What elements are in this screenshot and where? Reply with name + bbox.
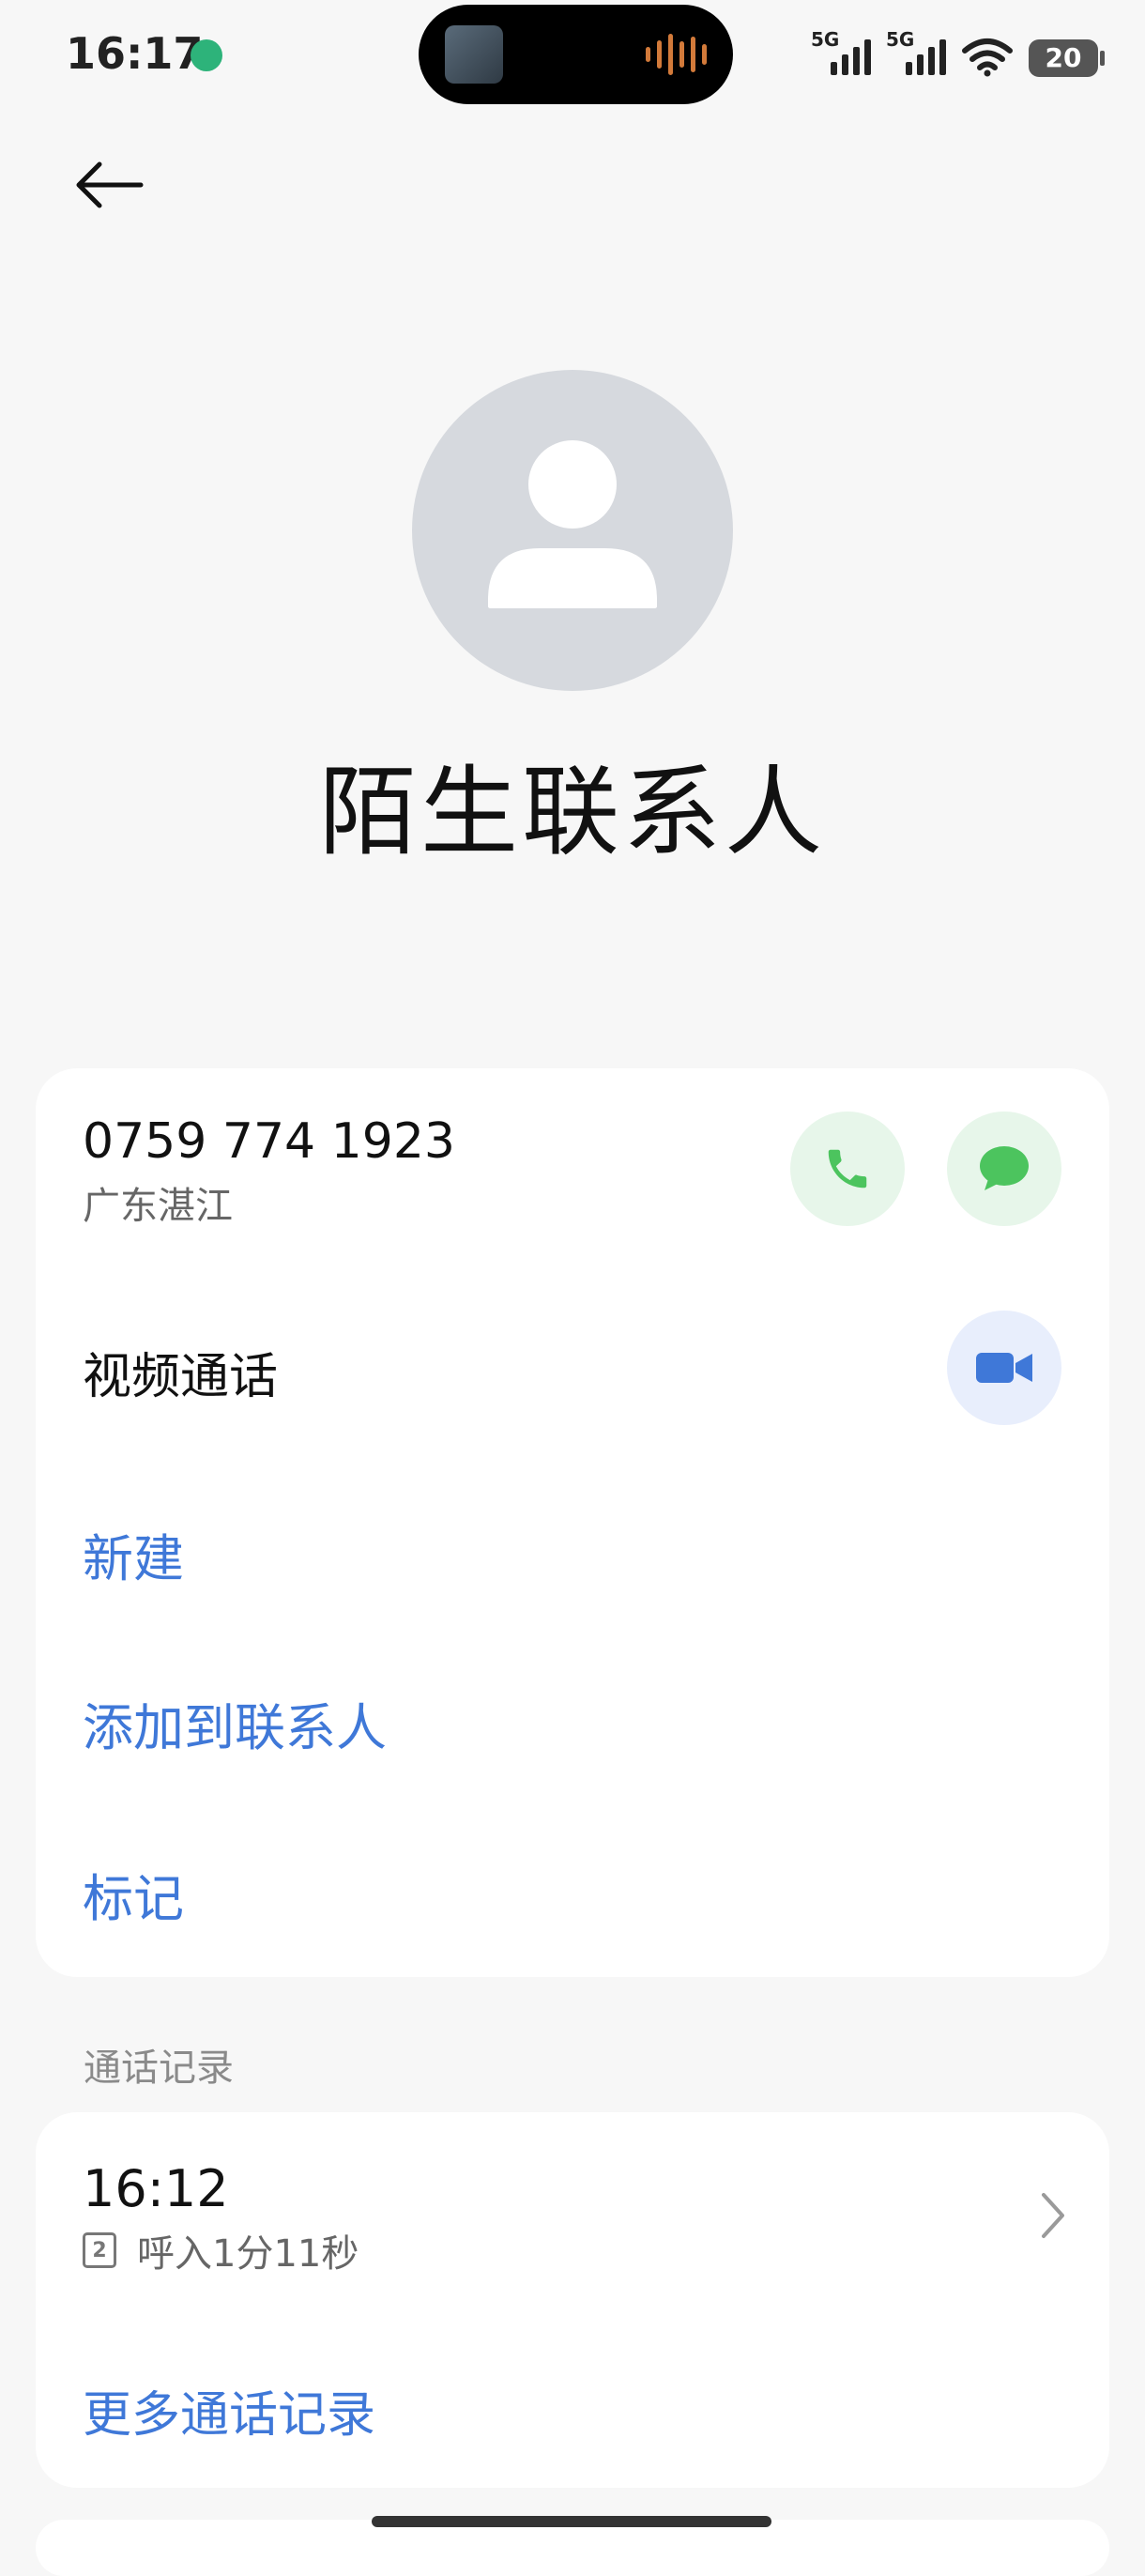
phone-location: 广东湛江	[83, 1185, 233, 1228]
message-icon	[980, 1146, 1029, 1190]
call-button[interactable]	[790, 1112, 905, 1226]
chevron-right-icon[interactable]	[1034, 2187, 1072, 2244]
back-button[interactable]	[73, 150, 158, 220]
call-log-card: 16:12 2 呼入1分11秒 更多通话记录	[36, 2112, 1109, 2488]
call-log-section-title: 通话记录	[84, 2047, 234, 2090]
call-time: 16:12	[83, 2159, 229, 2218]
call-detail: 2 呼入1分11秒	[83, 2223, 359, 2277]
status-time: 16:17	[66, 28, 204, 79]
contact-actions-card: 0759 774 1923 广东湛江 视频通话 新建 添加到联系人 标记	[36, 1068, 1109, 1977]
more-call-log-link[interactable]: 更多通话记录	[83, 2375, 375, 2446]
status-bar: 16:17 5G 5G 20	[0, 0, 1145, 113]
home-indicator[interactable]	[372, 2516, 771, 2527]
new-contact-link[interactable]: 新建	[83, 1517, 184, 1591]
notification-app-icon	[191, 39, 222, 71]
arrow-left-icon	[76, 161, 144, 208]
phone-icon	[828, 1149, 867, 1188]
dynamic-island[interactable]	[419, 5, 733, 104]
video-call-button[interactable]	[947, 1311, 1061, 1425]
signal-icon-2: 5G	[886, 28, 946, 77]
battery-indicator: 20	[1029, 39, 1105, 77]
video-camera-icon	[976, 1353, 1032, 1383]
signal-icon-1: 5G	[811, 28, 871, 77]
media-thumbnail	[445, 25, 503, 84]
contact-avatar	[412, 370, 733, 691]
audio-wave-icon	[646, 33, 707, 76]
sim-card-icon: 2	[83, 2232, 116, 2268]
status-icons: 5G 5G 20	[811, 26, 1105, 77]
mark-number-link[interactable]: 标记	[83, 1857, 184, 1931]
wifi-icon	[962, 38, 1013, 77]
phone-number[interactable]: 0759 774 1923	[83, 1113, 455, 1170]
add-to-contacts-link[interactable]: 添加到联系人	[83, 1686, 387, 1760]
video-call-label: 视频通话	[83, 1349, 279, 1405]
call-type-duration: 呼入1分11秒	[137, 2232, 359, 2276]
contact-name: 陌生联系人	[318, 755, 826, 869]
message-button[interactable]	[947, 1112, 1061, 1226]
person-icon	[488, 440, 657, 608]
next-card	[36, 2520, 1109, 2576]
